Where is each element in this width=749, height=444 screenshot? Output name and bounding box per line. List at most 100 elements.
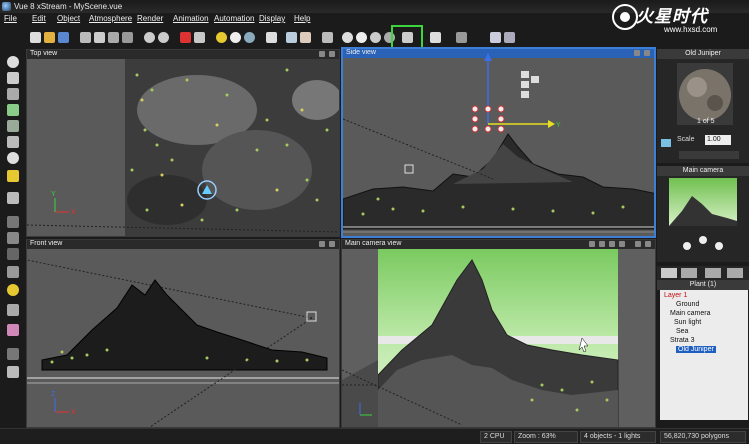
world-browser-title: Plant (1)	[657, 280, 749, 290]
object-tool-icon[interactable]	[7, 192, 19, 204]
tree-item-sun-light[interactable]: Sun light	[660, 319, 748, 327]
tab-objects[interactable]	[661, 268, 677, 278]
cloud-icon[interactable]	[230, 32, 241, 43]
menu-atmosphere[interactable]: Atmosphere	[89, 14, 132, 23]
display-option-icon[interactable]	[430, 32, 441, 43]
camera-tool-icon[interactable]	[7, 304, 19, 316]
cut-icon[interactable]	[80, 32, 91, 43]
sphere-icon[interactable]	[342, 32, 353, 43]
watermark-brand: 火星时代	[636, 7, 708, 27]
status-polygons: 56,820,730 polygons	[660, 431, 746, 443]
menu-file[interactable]: File	[4, 14, 17, 23]
world-browser-tabs: Plant (1)	[657, 266, 749, 290]
camera-manager-icon[interactable]	[456, 32, 467, 43]
heightfield-tool-icon[interactable]	[7, 232, 19, 244]
render-options-icon[interactable]	[194, 32, 205, 43]
tree-item-label: Sea	[676, 328, 689, 335]
menu-bar: File Edit Object Atmosphere Render Anima…	[0, 13, 600, 25]
side-axis-y-label: Y	[556, 122, 561, 129]
copy-icon[interactable]	[94, 32, 105, 43]
atmosphere-icon[interactable]	[244, 32, 255, 43]
camera-panel-title: Main camera	[657, 166, 749, 176]
tree-item-label: Ground	[676, 301, 700, 308]
material-edit-icon[interactable]	[661, 139, 671, 147]
undo-icon[interactable]	[144, 32, 155, 43]
ecosystem-tool-icon[interactable]	[7, 120, 19, 132]
metablob-icon[interactable]	[370, 32, 381, 43]
viewport-side[interactable]: Side view Y	[341, 47, 656, 238]
sun-tool-icon[interactable]	[7, 284, 19, 296]
scale-field[interactable]: 1.00	[705, 135, 731, 145]
material-title: Old Juniper	[657, 49, 749, 59]
tab-library[interactable]	[705, 268, 721, 278]
main-toolbar	[24, 27, 515, 49]
material-preview[interactable]	[657, 59, 749, 163]
sun-light-icon[interactable]	[216, 32, 227, 43]
front-axis-x-label: X	[71, 409, 76, 416]
app-icon	[2, 2, 11, 11]
hyper-blob-icon[interactable]	[7, 324, 19, 336]
menu-render[interactable]: Render	[137, 14, 163, 23]
tree-item-sea[interactable]: Sea	[660, 328, 748, 336]
layer-tool-icon[interactable]	[7, 348, 19, 360]
scale-label: Scale	[677, 136, 695, 143]
front-view-scene: X Z	[27, 259, 339, 427]
zoom-tool-icon[interactable]	[7, 366, 19, 378]
open-scene-icon[interactable]	[44, 32, 55, 43]
tree-item-strata[interactable]: Strata 3	[660, 337, 748, 345]
options-icon[interactable]	[504, 32, 515, 43]
camera-panel: Main camera	[657, 166, 749, 262]
layout-icon[interactable]	[490, 32, 501, 43]
tree-item-label: Layer 1	[664, 292, 688, 299]
object-cube-icon[interactable]	[266, 32, 277, 43]
unlink-icon[interactable]	[300, 32, 311, 43]
material-panel: Old Juniper 1 of 5 Scale 1.00	[657, 49, 749, 163]
tree-item-ground[interactable]: Ground	[660, 301, 748, 309]
status-zoom: Zoom : 63%	[514, 431, 578, 443]
link-icon[interactable]	[286, 32, 297, 43]
new-scene-icon[interactable]	[30, 32, 41, 43]
top-axis-x-label: X	[71, 209, 76, 216]
side-view-scene: Y	[343, 53, 654, 233]
menu-object[interactable]: Object	[57, 14, 80, 23]
polygon-tool-icon[interactable]	[7, 216, 19, 228]
material-counter: 1 of 5	[697, 118, 715, 125]
watermark-url: www.hxsd.com	[664, 25, 718, 34]
tree-item-layer[interactable]: Layer 1	[660, 292, 748, 300]
save-scene-icon[interactable]	[58, 32, 69, 43]
render-icon[interactable]	[180, 32, 191, 43]
terrain-tool-icon[interactable]	[7, 88, 19, 100]
plant-tool-icon[interactable]	[7, 104, 19, 116]
viewport-camera[interactable]: Main camera view	[341, 239, 656, 428]
menu-edit[interactable]: Edit	[32, 14, 46, 23]
menu-display[interactable]: Display	[259, 14, 285, 23]
tree-item-main-camera[interactable]: Main camera	[660, 310, 748, 318]
light-tool-icon[interactable]	[7, 170, 19, 182]
tab-links[interactable]	[727, 268, 743, 278]
menu-help[interactable]: Help	[294, 14, 310, 23]
front-axis-z-label: Z	[51, 391, 56, 398]
camera-preview[interactable]	[657, 176, 749, 262]
group-icon[interactable]	[322, 32, 333, 43]
path-tool-icon[interactable]	[7, 266, 19, 278]
viewport-top[interactable]: Top view X Y	[26, 49, 340, 237]
material-toolbar[interactable]	[679, 151, 739, 159]
menu-animation[interactable]: Animation	[173, 14, 209, 23]
spline-tool-icon[interactable]	[7, 248, 19, 260]
rock-tool-icon[interactable]	[7, 136, 19, 148]
tree-item-label: Old Juniper	[676, 346, 716, 353]
status-bar: 2 CPU Zoom : 63% 4 objects - 1 lights 56…	[0, 428, 749, 444]
tree-item-old-juniper[interactable]: Old Juniper	[660, 346, 748, 354]
camera-view-scene	[342, 249, 655, 427]
viewport-front[interactable]: Front view X Z	[26, 239, 340, 428]
sphere-tool-icon[interactable]	[7, 56, 19, 68]
redo-icon[interactable]	[158, 32, 169, 43]
text-tool-icon[interactable]	[7, 72, 19, 84]
cloud-tool-icon[interactable]	[7, 152, 19, 164]
duplicate-icon[interactable]	[122, 32, 133, 43]
menu-automation[interactable]: Automation	[214, 14, 254, 23]
boolean-icon[interactable]	[356, 32, 367, 43]
paste-icon[interactable]	[108, 32, 119, 43]
top-axis-y-label: Y	[51, 191, 56, 198]
tab-materials[interactable]	[681, 268, 697, 278]
